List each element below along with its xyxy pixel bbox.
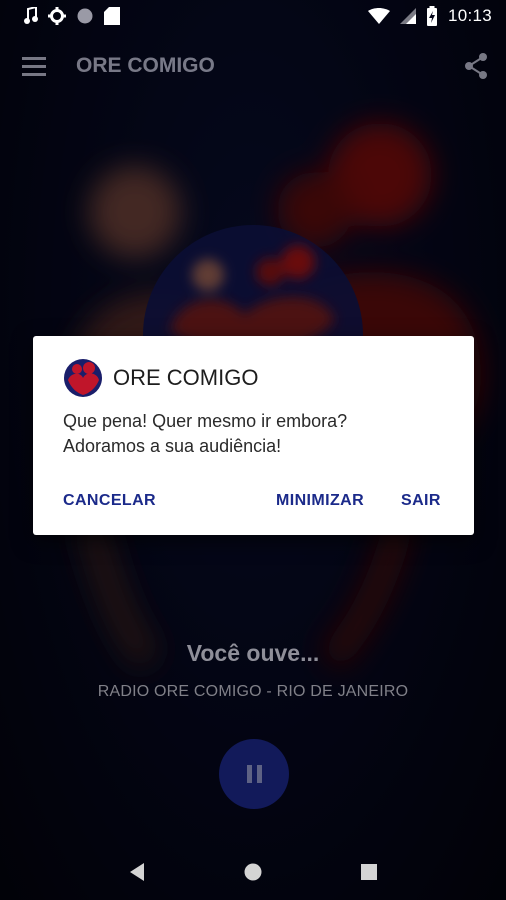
- now-playing-label: Você ouve...: [186, 640, 320, 666]
- menu-icon[interactable]: [22, 56, 48, 76]
- exit-dialog: ORE COMIGO Que pena! Quer mesmo ir embor…: [33, 336, 474, 535]
- dialog-header: ORE COMIGO: [63, 358, 258, 398]
- sd-card-icon: [104, 7, 120, 25]
- exit-button[interactable]: SAIR: [401, 492, 441, 510]
- share-icon[interactable]: [464, 53, 488, 79]
- music-note-icon: [24, 7, 38, 24]
- system-nav-bar: [0, 843, 506, 900]
- recents-icon[interactable]: [360, 863, 378, 881]
- status-time: 10:13: [447, 6, 492, 25]
- dialog-message-line2: Adoramos a sua audiência!: [63, 436, 282, 456]
- circle-icon: [77, 8, 93, 24]
- wifi-icon: [367, 8, 390, 24]
- app-logo-icon: [64, 359, 102, 397]
- dialog-title: ORE COMIGO: [113, 365, 259, 390]
- home-icon[interactable]: [243, 862, 263, 882]
- pause-button[interactable]: [219, 739, 289, 809]
- app-toolbar: ORE COMIGO: [0, 42, 506, 90]
- dialog-message-line1: Que pena! Quer mesmo ir embora?: [63, 411, 348, 431]
- battery-icon: [426, 6, 437, 26]
- status-bar: 10:13: [0, 0, 506, 32]
- station-name: RADIO ORE COMIGO - RIO DE JANEIRO: [97, 683, 409, 700]
- signal-icon: [399, 8, 416, 24]
- gear-icon: [48, 7, 66, 25]
- dialog-message: Que pena! Quer mesmo ir embora? Adoramos…: [63, 409, 347, 459]
- cancel-button[interactable]: CANCELAR: [63, 492, 156, 510]
- minimize-button[interactable]: MINIMIZAR: [276, 492, 364, 510]
- toolbar-title: ORE COMIGO: [76, 54, 215, 77]
- app-screen: 10:13 ORE COMIGO Você ouve... RADIO ORE …: [0, 0, 506, 900]
- pause-icon: [246, 765, 252, 783]
- back-icon[interactable]: [128, 862, 146, 882]
